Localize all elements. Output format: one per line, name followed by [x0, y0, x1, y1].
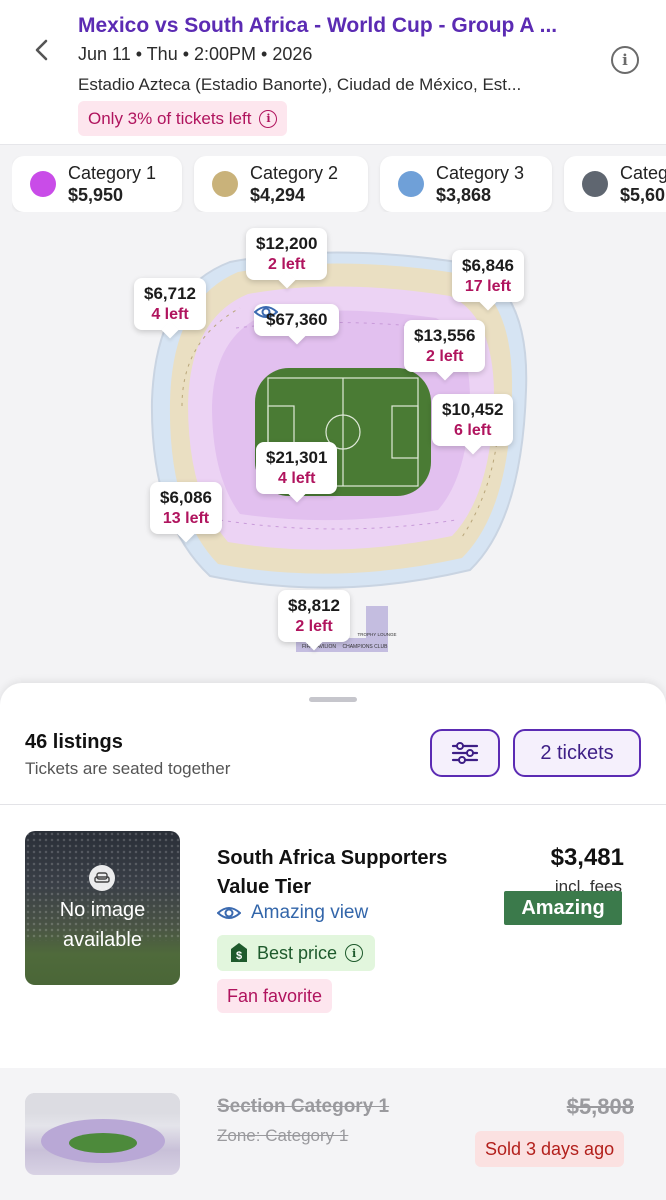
price-tag[interactable]: $13,556 2 left	[404, 320, 486, 372]
info-icon: i	[345, 944, 364, 962]
price-tag[interactable]: $6,846 17 left	[452, 250, 524, 302]
price-tag-left: 2 left	[268, 256, 306, 273]
ticket-quantity-button[interactable]: 2 tickets	[513, 729, 641, 777]
sheet-drag-handle[interactable]	[309, 697, 357, 702]
category-chip-3[interactable]: Category 3 $3,868	[380, 156, 552, 212]
category-name: Category 1	[68, 163, 157, 183]
listing-card[interactable]: No image available South Africa Supporte…	[0, 804, 666, 1068]
price-tag[interactable]: $8,812 2 left	[278, 590, 350, 642]
price-tag-price: $12,200	[256, 234, 318, 253]
price-tag-price: $21,301	[266, 448, 328, 467]
event-title: Mexico vs South Africa - World Cup - Gro…	[78, 14, 558, 37]
category-chip-1[interactable]: Category 1 $5,950	[12, 156, 182, 212]
price-tag-best-view[interactable]: $67,360	[254, 304, 340, 336]
no-image-text: No image available	[59, 899, 146, 951]
category-chips: Category 1 $5,950 Category 2 $4,294 Catego…	[12, 156, 666, 212]
price-tag-price: $10,452	[442, 400, 504, 419]
price-tag-price: $8,812	[288, 596, 340, 615]
view-quality: Amazing view	[217, 902, 368, 924]
listings-count: 46 listings	[25, 731, 123, 753]
price-tag-icon: $	[231, 943, 247, 962]
category-price: $5,60	[620, 185, 666, 205]
category-name: Categ	[620, 163, 666, 183]
category-chip-2[interactable]: Category 2 $4,294	[194, 156, 368, 212]
stadium-view-image	[25, 1093, 180, 1163]
eye-icon	[217, 907, 241, 919]
listing-image	[25, 1093, 180, 1175]
category-color-dot	[30, 171, 56, 197]
price-tag-left: 6 left	[454, 422, 492, 439]
listing-price: $3,481	[550, 844, 624, 871]
price-tag-left: 2 left	[426, 348, 464, 365]
info-icon[interactable]: i	[611, 46, 639, 74]
best-price-badge[interactable]: $ Best price i	[217, 935, 376, 971]
event-header: Mexico vs South Africa - World Cup - Gro…	[0, 0, 666, 145]
price-tag-price: $6,712	[144, 284, 196, 303]
best-price-text: Best price	[257, 942, 338, 963]
sold-status-badge: Sold 3 days ago	[475, 1131, 625, 1167]
filter-button[interactable]	[430, 729, 500, 777]
listing-section-name: South Africa Supporters Value Tier	[217, 847, 448, 898]
price-tag-price: $13,556	[414, 326, 476, 345]
price-tag[interactable]: $12,200 2 left	[246, 228, 328, 280]
listing-price: $5,808	[566, 1094, 634, 1119]
category-name: Category 3	[436, 163, 525, 183]
listing-zone: Zone: Category 1	[217, 1126, 349, 1145]
view-quality-text: Amazing view	[251, 902, 369, 923]
info-icon: i	[259, 109, 278, 128]
zone-label-champions-club: CHAMPIONS CLUB	[342, 644, 388, 650]
event-venue: Estadio Azteca (Estadio Banorte), Ciudad…	[78, 75, 522, 94]
price-tag-price: $67,360	[266, 310, 328, 329]
price-tag-left: 4 left	[278, 470, 316, 487]
sliders-icon	[451, 742, 479, 764]
listings-sheet: 46 listings Tickets are seated together …	[0, 683, 666, 1200]
category-color-dot	[582, 171, 608, 197]
price-tag-price: $6,846	[462, 256, 514, 275]
category-price: $4,294	[250, 185, 306, 205]
stadium-map[interactable]: FIFA PAVILION CHAMPIONS CLUB TROPHY LOUN…	[0, 220, 666, 680]
scarcity-text: Only 3% of tickets left	[88, 108, 252, 128]
category-price: $3,868	[436, 185, 492, 205]
svg-text:$: $	[236, 950, 242, 962]
scarcity-badge[interactable]: Only 3% of tickets left i	[78, 101, 288, 136]
price-tag[interactable]: $6,086 13 left	[150, 482, 222, 534]
price-tag-left: 4 left	[151, 306, 189, 323]
category-price: $5,950	[68, 185, 124, 205]
price-tag-left: 17 left	[464, 278, 512, 295]
price-tag[interactable]: $21,301 4 left	[256, 442, 338, 494]
seat-icon	[89, 865, 115, 891]
price-tag[interactable]: $10,452 6 left	[432, 394, 514, 446]
price-tag[interactable]: $6,712 4 left	[134, 278, 206, 330]
listing-section-name: Section Category 1	[217, 1096, 390, 1117]
category-name: Category 2	[250, 163, 339, 183]
event-date: Jun 11 • Thu • 2:00PM • 2026	[78, 44, 313, 64]
price-tag-left: 2 left	[295, 618, 333, 635]
chevron-left-icon	[35, 39, 48, 61]
listing-card-sold[interactable]: Section Category 1 Zone: Category 1 $5,8…	[0, 1068, 666, 1200]
back-button[interactable]	[26, 32, 58, 68]
category-color-dot	[398, 171, 424, 197]
listing-image-placeholder: No image available	[25, 831, 180, 985]
listings-subtitle: Tickets are seated together	[25, 759, 231, 778]
zone-label-trophy-lounge: TROPHY LOUNGE	[358, 632, 397, 637]
fan-favorite-badge: Fan favorite	[217, 979, 333, 1013]
category-color-dot	[212, 171, 238, 197]
category-chip-4[interactable]: Categ $5,60	[564, 156, 666, 212]
price-tag-left: 13 left	[162, 510, 210, 527]
rating-badge: Amazing	[504, 891, 622, 925]
price-tag-price: $6,086	[160, 488, 212, 507]
